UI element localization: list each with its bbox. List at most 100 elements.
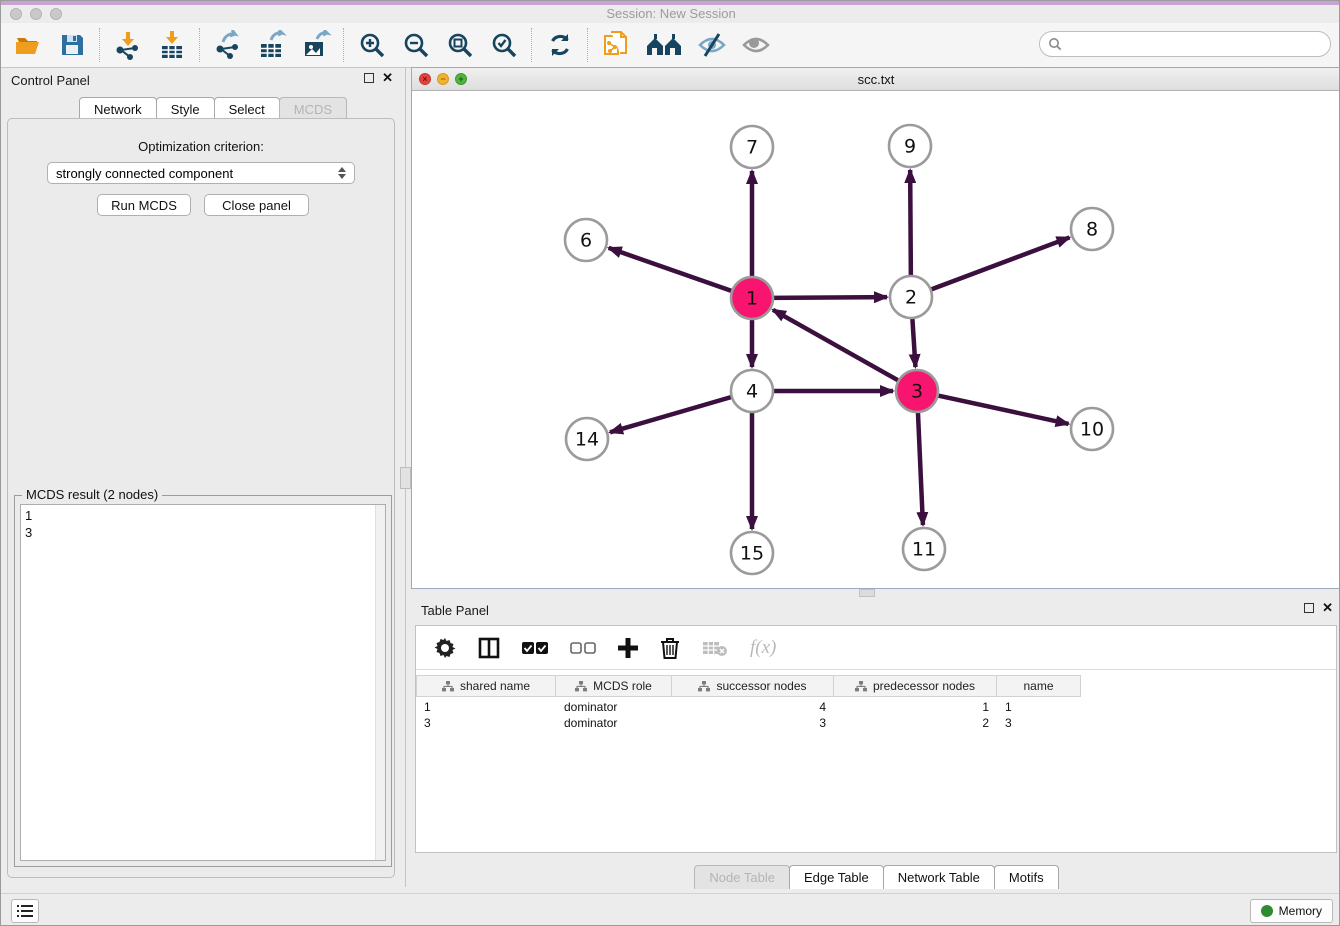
network-view-window: × − + scc.txt 7968124314101511 xyxy=(411,67,1340,589)
add-column-plus-icon[interactable] xyxy=(618,638,638,658)
table-panel-close-icon[interactable]: ✕ xyxy=(1322,603,1333,613)
import-table-icon[interactable] xyxy=(157,30,187,60)
export-network-icon[interactable] xyxy=(213,30,243,60)
tab-network-table[interactable]: Network Table xyxy=(883,865,995,889)
table-row[interactable]: 1 dominator 4 1 1 xyxy=(416,699,1336,715)
graph-node-label: 1 xyxy=(746,288,758,310)
graph-node-label: 7 xyxy=(746,137,758,159)
tab-motifs[interactable]: Motifs xyxy=(994,865,1059,889)
delete-column-trash-icon[interactable] xyxy=(660,637,680,659)
window-title: Session: New Session xyxy=(1,6,1340,21)
column-header-successor-nodes[interactable]: successor nodes xyxy=(672,675,834,697)
cell-successor-nodes[interactable]: 3 xyxy=(672,715,834,731)
column-header-shared-name[interactable]: shared name xyxy=(416,675,556,697)
open-session-icon[interactable] xyxy=(13,30,43,60)
graph-edge-3-10[interactable] xyxy=(938,395,1069,423)
search-icon xyxy=(1048,37,1062,51)
close-panel-button[interactable]: Close panel xyxy=(204,194,309,216)
hierarchy-icon xyxy=(855,681,867,692)
control-panel-close-icon[interactable]: ✕ xyxy=(382,73,393,83)
search-input[interactable] xyxy=(1067,36,1322,53)
zoom-selected-icon[interactable] xyxy=(489,30,519,60)
optimization-criterion-label: Optimization criterion: xyxy=(8,139,394,154)
zoom-in-icon[interactable] xyxy=(357,30,387,60)
table-panel-title: Table Panel xyxy=(421,603,489,618)
cell-predecessor-nodes[interactable]: 1 xyxy=(834,699,997,715)
cell-name[interactable]: 3 xyxy=(997,715,1081,731)
graph-node-label: 14 xyxy=(575,429,599,451)
tab-node-table[interactable]: Node Table xyxy=(694,865,790,889)
column-header-predecessor-nodes[interactable]: predecessor nodes xyxy=(834,675,997,697)
mcds-result-textarea[interactable]: 1 3 xyxy=(20,504,386,861)
graph-edge-1-6[interactable] xyxy=(609,248,733,291)
delete-table-icon xyxy=(702,639,728,657)
home-layout-icon[interactable] xyxy=(645,30,683,60)
table-panel-header: Table Panel ✕ xyxy=(411,597,1340,623)
graph-edge-3-11[interactable] xyxy=(918,412,923,525)
control-panel-title: Control Panel xyxy=(11,73,90,88)
network-window-title: scc.txt xyxy=(412,72,1340,87)
graph-edge-3-1[interactable] xyxy=(773,310,899,381)
graph-node-label: 8 xyxy=(1086,219,1098,241)
table-row[interactable]: 3 dominator 3 2 3 xyxy=(416,715,1336,731)
node-table-container: f(x) shared name MCDS role successor nod… xyxy=(415,625,1337,853)
refresh-view-icon[interactable] xyxy=(545,30,575,60)
export-image-icon[interactable] xyxy=(301,30,331,60)
memory-button[interactable]: Memory xyxy=(1250,899,1333,923)
hierarchy-icon xyxy=(698,681,710,692)
graph-edge-4-14[interactable] xyxy=(610,397,732,432)
table-panel-tabs: Node Table Edge Table Network Table Moti… xyxy=(411,865,1340,889)
cell-predecessor-nodes[interactable]: 2 xyxy=(834,715,997,731)
cell-shared-name[interactable]: 3 xyxy=(416,715,556,731)
save-session-icon[interactable] xyxy=(57,30,87,60)
table-panel-float-icon[interactable] xyxy=(1304,603,1314,613)
memory-status-icon xyxy=(1261,905,1273,917)
graph-node-label: 6 xyxy=(580,230,592,252)
mcds-result-title: MCDS result (2 nodes) xyxy=(22,487,162,502)
network-window-titlebar[interactable]: × − + scc.txt xyxy=(412,68,1340,91)
splitter-grip[interactable] xyxy=(400,467,411,489)
show-columns-icon[interactable] xyxy=(478,637,500,659)
vertical-splitter[interactable] xyxy=(403,67,409,887)
zoom-out-icon[interactable] xyxy=(401,30,431,60)
cell-shared-name[interactable]: 1 xyxy=(416,699,556,715)
select-all-rows-icon[interactable] xyxy=(522,641,548,655)
graph-edge-2-9[interactable] xyxy=(910,170,911,276)
result-scrollbar[interactable] xyxy=(375,505,385,860)
graph-node-label: 4 xyxy=(746,381,758,403)
clone-network-icon[interactable] xyxy=(601,30,631,60)
cell-mcds-role[interactable]: dominator xyxy=(556,699,672,715)
column-header-name[interactable]: name xyxy=(997,675,1081,697)
task-history-button[interactable] xyxy=(11,899,39,923)
horizontal-splitter-grip[interactable] xyxy=(859,589,875,597)
criterion-dropdown[interactable]: strongly connected component xyxy=(47,162,355,184)
export-table-icon[interactable] xyxy=(257,30,287,60)
mcds-panel-body: Optimization criterion: strongly connect… xyxy=(7,118,395,878)
graph-node-label: 10 xyxy=(1080,419,1104,441)
table-header-row: shared name MCDS role successor nodes pr… xyxy=(416,675,1336,697)
tab-edge-table[interactable]: Edge Table xyxy=(789,865,884,889)
mcds-result-line: 3 xyxy=(25,524,381,541)
run-mcds-button[interactable]: Run MCDS xyxy=(97,194,191,216)
zoom-fit-icon[interactable] xyxy=(445,30,475,60)
hide-selected-eye-icon[interactable] xyxy=(697,30,727,60)
cell-successor-nodes[interactable]: 4 xyxy=(672,699,834,715)
graph-node-label: 3 xyxy=(911,381,923,403)
network-graph[interactable]: 7968124314101511 xyxy=(412,91,1340,588)
graph-edge-2-3[interactable] xyxy=(912,318,915,367)
dropdown-chevrons-icon xyxy=(338,167,346,179)
control-panel-float-icon[interactable] xyxy=(364,73,374,83)
mcds-result-groupbox: MCDS result (2 nodes) 1 3 xyxy=(14,495,392,867)
hierarchy-icon xyxy=(575,681,587,692)
cell-name[interactable]: 1 xyxy=(997,699,1081,715)
graph-edge-1-2[interactable] xyxy=(773,297,887,298)
criterion-dropdown-value: strongly connected component xyxy=(56,166,338,181)
search-box[interactable] xyxy=(1039,31,1331,57)
graph-edge-2-8[interactable] xyxy=(931,237,1070,289)
cell-mcds-role[interactable]: dominator xyxy=(556,715,672,731)
deselect-all-rows-icon[interactable] xyxy=(570,641,596,655)
column-header-mcds-role[interactable]: MCDS role xyxy=(556,675,672,697)
show-all-eye-icon[interactable] xyxy=(741,30,771,60)
column-settings-gear-icon[interactable] xyxy=(434,637,456,659)
import-network-icon[interactable] xyxy=(113,30,143,60)
